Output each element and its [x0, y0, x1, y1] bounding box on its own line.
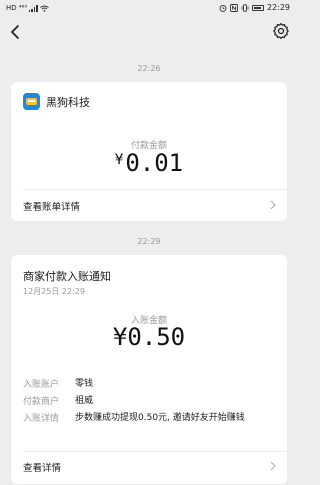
notice-title: 商家付款入账通知	[23, 270, 111, 283]
chevron-right-icon	[270, 461, 276, 471]
divider	[23, 451, 287, 452]
info-row-merchant: 付款商户 祖威	[23, 394, 265, 408]
alarm-icon	[219, 4, 227, 12]
info-row-details: 入账详情 步数赚成功提现0.50元, 邀请好友开始赚钱	[23, 411, 265, 425]
info-key: 入账账户	[23, 380, 60, 390]
merchant-payment-notice-card[interactable]: 商家付款入账通知 12月25日 22:29 入账金额 ¥0.50 入账账户 零钱…	[11, 255, 287, 484]
info-value: 祖威	[75, 396, 94, 406]
info-value: 步数赚成功提现0.50元, 邀请好友开始赚钱	[75, 413, 245, 423]
view-details-link[interactable]: 查看详情	[23, 460, 61, 474]
status-right: 22:29	[219, 3, 290, 12]
info-key: 入账详情	[23, 414, 60, 424]
payment-amount-value: 0.01	[125, 149, 184, 177]
info-row-account: 入账账户 零钱	[23, 377, 265, 391]
merchant-logo-icon	[23, 93, 40, 110]
payment-card[interactable]: 黑狗科技 付款金额 ¥0.01 查看账单详情	[11, 82, 287, 221]
nfc-icon	[229, 3, 238, 12]
info-value: 零钱	[75, 379, 94, 389]
payment-amount: ¥0.01	[11, 149, 287, 177]
merchant-name: 黑狗科技	[46, 95, 90, 109]
settings-gear-icon[interactable]	[272, 22, 290, 40]
signal-icon	[28, 4, 38, 12]
time-separator: 22:29	[137, 237, 161, 246]
currency-symbol: ¥	[114, 152, 124, 168]
notice-datetime: 12月25日 22:29	[23, 287, 85, 296]
credited-amount: ¥0.50	[112, 323, 186, 351]
time-separator: 22:26	[137, 64, 161, 73]
nav-bar	[0, 16, 298, 48]
vibrate-icon	[241, 3, 249, 12]
view-bill-details-link[interactable]: 查看账单详情	[23, 199, 80, 213]
merchant-row: 黑狗科技	[23, 93, 90, 110]
chevron-right-icon	[270, 200, 276, 210]
info-key: 付款商户	[23, 397, 60, 407]
network-indicator-text: HD ⁴⁶ᴵˡ	[6, 4, 27, 12]
wifi-icon	[40, 5, 49, 12]
status-indicators: HD ⁴⁶ᴵˡ	[6, 4, 49, 12]
back-arrow-icon[interactable]	[6, 22, 26, 42]
divider	[23, 189, 287, 190]
status-bar: HD ⁴⁶ᴵˡ 22:29	[0, 0, 298, 16]
status-time: 22:29	[266, 3, 290, 12]
battery-icon	[251, 4, 264, 11]
